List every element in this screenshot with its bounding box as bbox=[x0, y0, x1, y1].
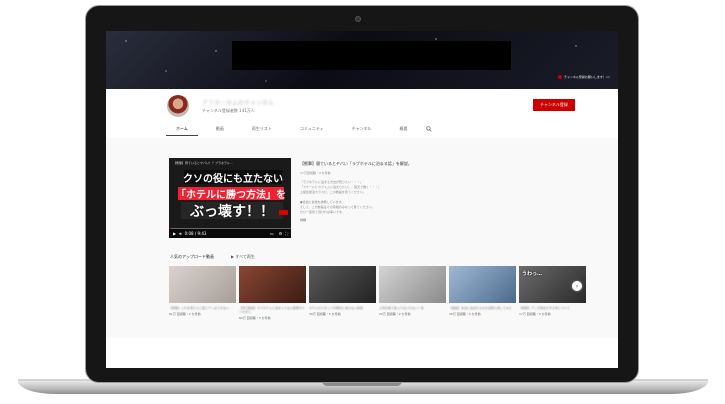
tab-playlists[interactable]: 再生リスト bbox=[242, 122, 282, 136]
thumb-badge bbox=[279, 210, 288, 215]
featured-meta: 17万回視聴・4 か月前 bbox=[300, 171, 331, 175]
time-display: 0:08 / 9:43 bbox=[184, 231, 207, 236]
featured-description: 【衝撃】寝ているとヤバい「ラブホテルに泊まる話」を解説。 17万回視聴・4 か月… bbox=[300, 161, 500, 222]
video-thumbnail[interactable] bbox=[379, 266, 446, 303]
shelf-title: 人気のアップロード動画 bbox=[170, 254, 214, 259]
video-thumbnail[interactable] bbox=[449, 266, 516, 303]
thumb-caption-2: 「ホテルに勝つ方法」を bbox=[176, 187, 286, 201]
banner-link-secondary[interactable]: ch bbox=[606, 75, 610, 79]
video-title[interactable]: 【早口解説】ラブホテルに泊まってみた結果がヤバすぎた bbox=[239, 306, 306, 314]
screen: チャンネル登録お願いします！ ch アフターホムのチャンネル チャンネル登録者数… bbox=[106, 31, 618, 368]
video-meta: 22万 回視聴・2 か月前 bbox=[379, 312, 411, 316]
play-all-button[interactable]: ▶ すべて再生 bbox=[231, 254, 255, 260]
tab-home[interactable]: ホーム bbox=[166, 122, 198, 136]
search-icon[interactable] bbox=[425, 122, 434, 136]
video-meta: 18万 回視聴・4 か月前 bbox=[449, 312, 481, 316]
video-title[interactable]: ホテルのスタッフが絶対に言わない秘密 bbox=[309, 306, 376, 310]
channel-name: アフターホムのチャンネル bbox=[202, 100, 274, 107]
video-meta: 17万 回視聴・3 か月前 bbox=[519, 312, 551, 316]
video-title[interactable]: 【衝撃】これを見たら二度とアレはできない bbox=[169, 306, 236, 310]
player-title: 【衝撃】寝ているとヤバい！？ブラホテル… bbox=[173, 161, 233, 165]
video-card[interactable]: 【早口解説】ラブホテルに泊まってみた結果がヤバすぎた 60万 回視聴・3 か月前 bbox=[239, 266, 306, 320]
featured-video-player[interactable]: 【衝撃】寝ているとヤバい！？ブラホテル… クソの役にも立たない 「ホテルに勝つ方… bbox=[169, 158, 291, 238]
laptop-bezel: チャンネル登録お願いします！ ch アフターホムのチャンネル チャンネル登録者数… bbox=[85, 5, 639, 383]
video-title[interactable]: 上司の前で言ってはいけない一言 bbox=[379, 306, 446, 310]
settings-icon[interactable]: ⚙ bbox=[279, 231, 283, 236]
video-title[interactable]: 【衝撃】アレが残念すぎる件について bbox=[519, 306, 586, 310]
video-card[interactable]: 【検証】本当に泊まれるのか実際に試してみた 18万 回視聴・4 か月前 bbox=[449, 266, 516, 320]
channel-tabs: ホーム 動画 再生リスト コミュニティ チャンネル 概要 bbox=[166, 122, 434, 136]
banner-redaction bbox=[232, 41, 511, 70]
tab-channels[interactable]: チャンネル bbox=[342, 122, 382, 136]
channel-banner: チャンネル登録お願いします！ ch bbox=[106, 31, 618, 89]
avatar[interactable] bbox=[167, 95, 189, 117]
video-meta: 60万 回視聴・3 か月前 bbox=[239, 316, 271, 320]
video-thumbnail[interactable] bbox=[169, 266, 236, 303]
play-icon[interactable]: ▶ bbox=[173, 231, 176, 236]
video-meta: 30万 回視聴・5 か月前 bbox=[309, 312, 341, 316]
subscriber-count: チャンネル登録者数 141万人 bbox=[202, 108, 255, 113]
tab-about[interactable]: 概要 bbox=[390, 122, 418, 136]
youtube-icon bbox=[558, 75, 562, 79]
banner-link[interactable]: チャンネル登録お願いします！ bbox=[558, 75, 606, 79]
video-card[interactable]: 【衝撃】これを見たら二度とアレはできない 61万 回視聴・2 か月前 bbox=[169, 266, 236, 320]
featured-title[interactable]: 【衝撃】寝ているとヤバい「ラブホテルに泊まる話」を解説。 bbox=[300, 161, 500, 167]
video-thumbnail[interactable] bbox=[309, 266, 376, 303]
player-controls: ▶ 🔊︎ 0:08 / 9:43 ▭ ⚙ ⛶ bbox=[169, 229, 291, 238]
shelf-next-button[interactable]: › bbox=[572, 281, 582, 291]
video-card[interactable]: うわっ… 【衝撃】アレが残念すぎる件について 17万 回視聴・3 か月前 bbox=[519, 266, 586, 320]
video-card[interactable]: 上司の前で言ってはいけない一言 22万 回視聴・2 か月前 bbox=[379, 266, 446, 320]
thumb-caption-1: クソの役にも立たない bbox=[183, 170, 283, 185]
fullscreen-icon[interactable]: ⛶ bbox=[285, 231, 288, 236]
tab-community[interactable]: コミュニティ bbox=[290, 122, 334, 136]
desc-line: ぜひ一度見て頂ければ幸いです。 bbox=[300, 210, 345, 214]
subtitles-icon[interactable]: ▭ bbox=[270, 231, 274, 236]
video-card[interactable]: ホテルのスタッフが絶対に言わない秘密 30万 回視聴・5 か月前 bbox=[309, 266, 376, 320]
volume-icon[interactable]: 🔊︎ bbox=[179, 231, 182, 236]
read-more-link[interactable]: 詳細 bbox=[300, 218, 500, 222]
video-meta: 61万 回視聴・2 か月前 bbox=[169, 312, 201, 316]
camera-icon bbox=[355, 16, 361, 22]
subscribe-button[interactable]: チャンネル登録 bbox=[533, 99, 575, 111]
video-thumbnail[interactable] bbox=[239, 266, 306, 303]
banner-link-label: チャンネル登録お願いします！ bbox=[564, 75, 606, 79]
tab-videos[interactable]: 動画 bbox=[206, 122, 234, 136]
thumb-caption-3: ぶっ壊す！！ bbox=[181, 202, 283, 220]
laptop-mockup: チャンネル登録お願いします！ ch アフターホムのチャンネル チャンネル登録者数… bbox=[0, 0, 725, 404]
video-grid: 【衝撃】これを見たら二度とアレはできない 61万 回視聴・2 か月前 【早口解説… bbox=[169, 266, 586, 320]
video-title[interactable]: 【検証】本当に泊まれるのか実際に試してみた bbox=[449, 306, 516, 310]
